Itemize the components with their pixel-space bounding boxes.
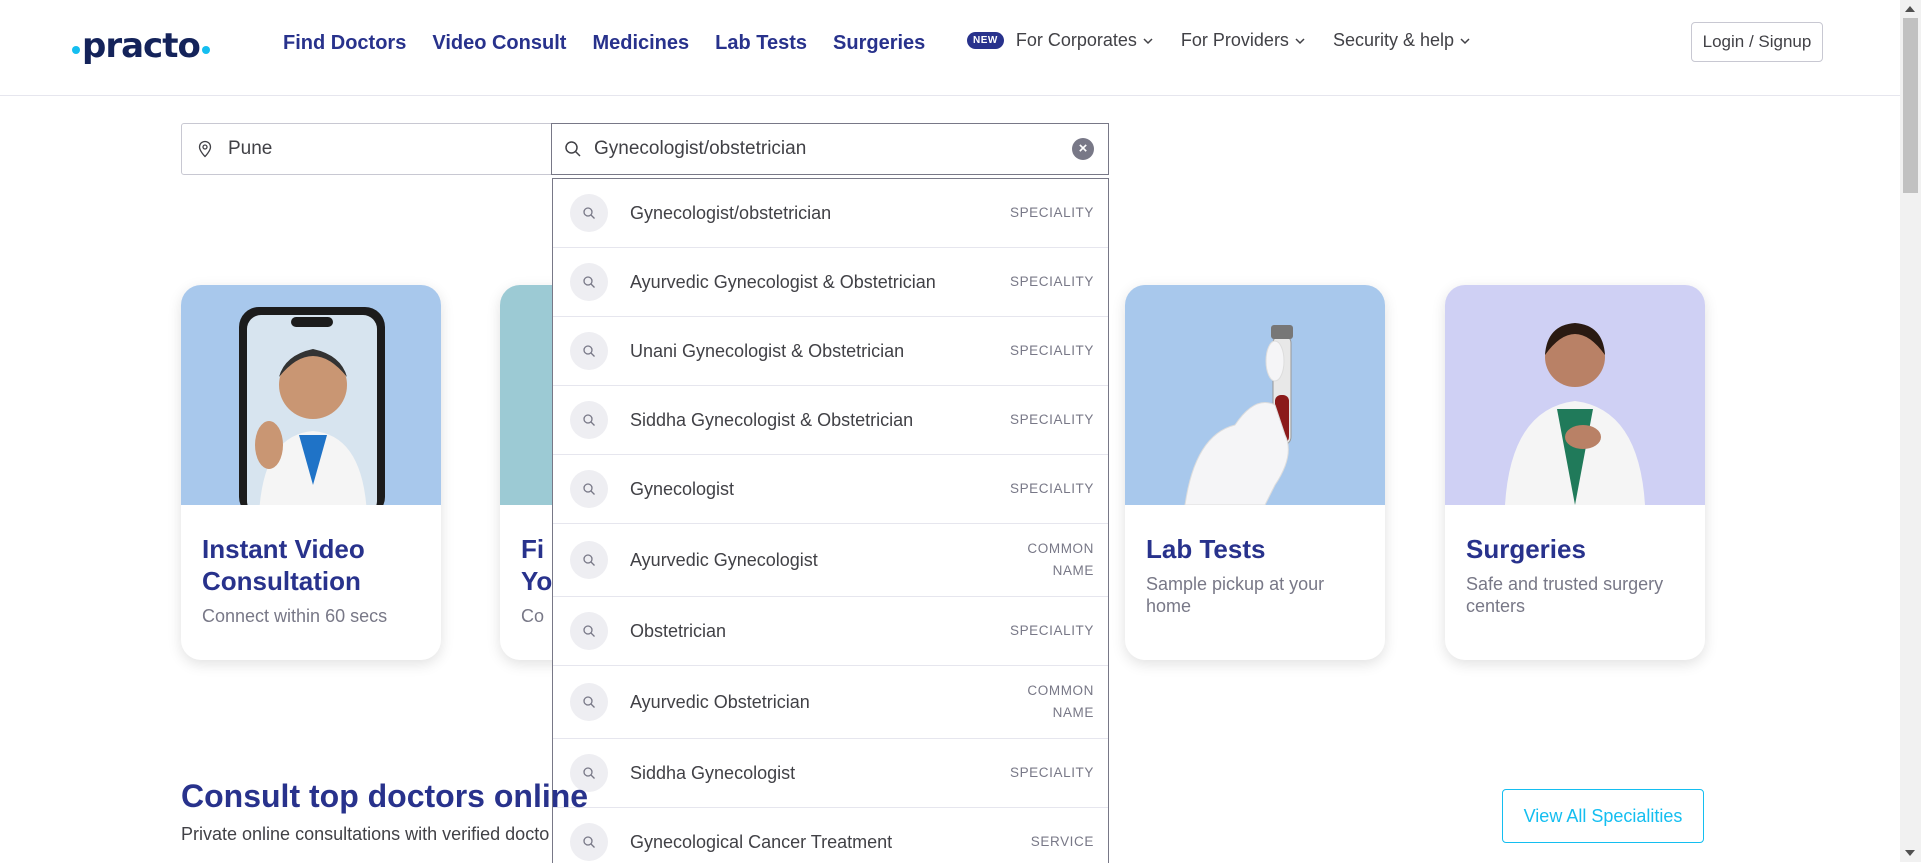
search-icon [570,683,608,721]
suggestion-type: SPECIALITY [1009,481,1094,496]
top-header: practo Find Doctors Video Consult Medici… [0,0,1900,96]
logo-dot [201,46,210,54]
card-title: Surgeries [1466,534,1586,564]
security-help-menu[interactable]: Security & help [1333,30,1470,51]
suggestion-type: SPECIALITY [1009,765,1094,780]
location-search[interactable] [181,123,553,175]
doctor-search[interactable]: × [551,123,1109,175]
nav-find-doctors[interactable]: Find Doctors [283,32,406,55]
suggestion-label: Obstetrician [630,620,727,641]
suggestion-type: SPECIALITY [1009,343,1094,358]
suggestion-item[interactable]: Siddha Gynecologist SPECIALITY [553,739,1108,808]
card-image [181,285,441,505]
suggestion-type: COMMON NAME [1027,541,1094,578]
suggestion-label: Ayurvedic Gynecologist [630,549,818,570]
suggestion-type: SPECIALITY [1009,623,1094,638]
for-corporates-menu[interactable]: NEW For Corporates [967,30,1153,51]
card-image [1125,285,1385,505]
main-nav: Find Doctors Video Consult Medicines Lab… [283,32,925,55]
suggestion-item[interactable]: Ayurvedic Obstetrician COMMON NAME [553,666,1108,739]
search-icon [570,332,608,370]
login-signup-button[interactable]: Login / Signup [1691,22,1823,62]
chevron-down-icon [1460,37,1470,44]
logo-text: practo [82,26,201,66]
nav-medicines[interactable]: Medicines [592,32,689,55]
suggestion-label: Siddha Gynecologist & Obstetrician [630,409,914,430]
suggestion-label: Ayurvedic Gynecologist & Obstetrician [630,271,936,292]
suggestion-label: Gynecologist [630,478,735,499]
suggestion-type: SPECIALITY [1009,205,1094,220]
logo-dot [72,46,80,54]
search-icon [570,470,608,508]
suggestion-type: SPECIALITY [1009,412,1094,427]
suggestion-item[interactable]: Siddha Gynecologist & Obstetrician SPECI… [553,386,1108,455]
chevron-down-icon [1295,37,1305,44]
page-scrollbar[interactable] [1900,0,1921,862]
suggestion-type: SERVICE [1030,834,1094,849]
card-title: Instant Video Consultation [202,534,365,596]
nav-video-consult[interactable]: Video Consult [432,32,566,55]
phone-doctor-illustration [239,307,385,505]
scroll-up-arrow-icon[interactable] [1905,6,1915,12]
secondary-nav: NEW For Corporates For Providers Securit… [967,30,1470,51]
surgeon-illustration [1505,323,1645,505]
card-surgeries[interactable]: Surgeries Safe and trusted surgery cente… [1445,285,1705,660]
scroll-down-arrow-icon[interactable] [1905,850,1915,856]
suggestion-label: Ayurvedic Obstetrician [630,691,810,712]
suggestion-label: Unani Gynecologist & Obstetrician [630,340,905,361]
card-subtitle: Safe and trusted surgery centers [1466,574,1664,616]
card-video-consult[interactable]: Instant Video Consultation Connect withi… [181,285,441,660]
search-icon [570,194,608,232]
card-image [1445,285,1705,505]
card-subtitle: Sample pickup at your home [1146,574,1325,616]
suggestion-item[interactable]: Gynecological Cancer Treatment SERVICE [553,808,1108,863]
nav-lab-tests[interactable]: Lab Tests [715,32,807,55]
card-subtitle: Connect within 60 secs [202,606,388,626]
suggestion-label: Gynecologist/obstetrician [630,202,832,223]
card-lab-tests[interactable]: Lab Tests Sample pickup at your home [1125,285,1385,660]
practo-logo[interactable]: practo [70,26,212,66]
suggestion-type: SPECIALITY [1009,274,1094,289]
suggestion-type: COMMON NAME [1027,683,1094,720]
consult-section-subtitle: Private online consultations with verifi… [181,824,550,844]
location-input[interactable] [226,137,475,161]
search-icon [570,612,608,650]
for-providers-menu[interactable]: For Providers [1181,30,1305,51]
suggestion-item[interactable]: Gynecologist/obstetrician SPECIALITY [553,179,1108,248]
suggestion-item[interactable]: Unani Gynecologist & Obstetrician SPECIA… [553,317,1108,386]
nav-surgeries[interactable]: Surgeries [833,32,925,55]
search-icon [565,141,581,157]
consult-section-title: Consult top doctors online [181,778,589,814]
doctor-search-input[interactable] [592,137,1066,161]
security-help-label: Security & help [1332,30,1454,50]
for-corporates-label: For Corporates [1015,30,1137,50]
view-all-specialities-button[interactable]: View All Specialities [1502,789,1704,843]
search-suggestions: Gynecologist/obstetrician SPECIALITY Ayu… [552,178,1109,863]
close-icon[interactable]: × [1072,138,1094,160]
card-title: Lab Tests [1146,534,1266,564]
for-providers-label: For Providers [1180,30,1289,50]
new-badge: NEW [967,32,1004,49]
location-pin-icon [198,140,212,158]
suggestion-item[interactable]: Obstetrician SPECIALITY [553,597,1108,666]
search-icon [570,263,608,301]
search-icon [570,401,608,439]
suggestion-item[interactable]: Ayurvedic Gynecologist COMMON NAME [553,524,1108,597]
scroll-thumb[interactable] [1903,18,1918,193]
suggestion-label: Siddha Gynecologist [630,762,796,783]
suggestion-item[interactable]: Ayurvedic Gynecologist & Obstetrician SP… [553,248,1108,317]
chevron-down-icon [1143,37,1153,44]
suggestion-label: Gynecological Cancer Treatment [630,831,893,852]
search-icon [570,541,608,579]
search-icon [570,823,608,861]
test-tube-illustration [1184,325,1293,505]
suggestion-item[interactable]: Gynecologist SPECIALITY [553,455,1108,524]
